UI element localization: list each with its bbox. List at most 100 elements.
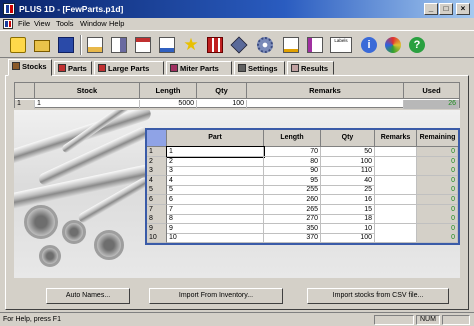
menu-view[interactable]: View [34,19,50,28]
part-length-cell[interactable]: 350 [264,223,321,234]
stock-name-cell[interactable]: 1 [35,100,140,109]
palette-button[interactable] [382,34,404,56]
part-qty-cell[interactable]: 25 [321,185,375,196]
part-length-cell[interactable]: 370 [264,233,321,244]
minimize-button[interactable]: _ [424,3,438,15]
part-row-number[interactable]: 4 [147,175,167,186]
part-row-number[interactable]: 5 [147,185,167,196]
part-row-number[interactable]: 1 [147,147,167,157]
part-remarks-cell[interactable] [375,166,417,177]
import-from-inventory-button[interactable]: Import From Inventory... [149,288,283,304]
part-length-cell[interactable]: 80 [264,156,321,167]
part-length-cell[interactable]: 90 [264,166,321,177]
col-remaining[interactable]: Remaining [417,130,458,147]
col-stock[interactable]: Stock [35,83,140,99]
part-remarks-cell[interactable] [375,156,417,167]
part-row-number[interactable]: 2 [147,156,167,167]
part-remarks-cell[interactable] [375,195,417,205]
part-qty-cell[interactable]: 10 [321,223,375,234]
save-button[interactable] [55,34,77,56]
part-qty-cell[interactable]: 110 [321,166,375,177]
part-length-cell[interactable]: 70 [264,147,321,157]
part-length-cell[interactable]: 95 [264,175,321,186]
part-name-cell[interactable]: 4 [167,175,264,186]
part-remarks-cell[interactable] [375,175,417,186]
part-name-cell[interactable]: 8 [167,214,264,225]
tab-large-parts[interactable]: Large Parts [94,61,164,75]
part-row-number[interactable]: 10 [147,233,167,244]
part-name-cell[interactable]: 7 [167,204,264,215]
settings-wrench-button[interactable] [108,34,130,56]
stocks-corner-header[interactable] [15,83,35,99]
checklist-button[interactable] [132,34,154,56]
menu-help[interactable]: Help [109,19,124,28]
part-remarks-cell[interactable] [375,204,417,215]
labels-button[interactable]: Labels [328,34,354,56]
parts-grid-button[interactable] [204,34,226,56]
edit-button[interactable] [156,34,178,56]
part-length-cell[interactable]: 260 [264,195,321,205]
info-button[interactable]: i [358,34,380,56]
part-name-cell[interactable]: 10 [167,233,264,244]
maximize-button[interactable]: □ [439,3,453,15]
document-button[interactable] [280,34,302,56]
open-button[interactable] [31,34,53,56]
col-qty[interactable]: Qty [197,83,247,99]
tab-results[interactable]: Results [287,61,334,75]
col-part[interactable]: Part [167,130,264,147]
part-row-number[interactable]: 8 [147,214,167,225]
tab-parts[interactable]: Parts [54,61,92,75]
gear-button[interactable] [254,34,276,56]
tab-stocks[interactable]: Stocks [8,59,52,76]
auto-names-button[interactable]: Auto Names... [46,288,130,304]
help-button[interactable]: ? [406,34,428,56]
col-length[interactable]: Length [140,83,197,99]
stock-length-cell[interactable]: 5000 [140,100,197,109]
part-name-cell[interactable]: 2 [167,156,264,167]
new-file-button[interactable] [7,34,29,56]
star-button[interactable]: ★ [180,34,202,56]
col-part-qty[interactable]: Qty [321,130,375,147]
part-remarks-cell[interactable] [375,185,417,196]
part-remarks-cell[interactable] [375,147,417,157]
tab-settings[interactable]: Settings [234,61,285,75]
app-icon[interactable] [3,3,15,15]
part-name-cell[interactable]: 6 [167,195,264,205]
part-remarks-cell[interactable] [375,214,417,225]
col-remarks[interactable]: Remarks [247,83,404,99]
menu-file[interactable]: File [18,19,30,28]
report-button[interactable] [304,34,326,56]
part-name-cell[interactable]: 9 [167,223,264,234]
part-remarks-cell[interactable] [375,233,417,244]
part-length-cell[interactable]: 270 [264,214,321,225]
part-length-cell[interactable]: 255 [264,185,321,196]
stock-remarks-cell[interactable] [247,100,404,109]
part-row-number[interactable]: 3 [147,166,167,177]
parts-corner-header[interactable] [147,130,167,147]
part-remarks-cell[interactable] [375,223,417,234]
part-qty-cell[interactable]: 50 [321,147,375,157]
row-number[interactable]: 1 [15,100,35,109]
import-csv-button[interactable]: Import stocks from CSV file... [307,288,449,304]
part-qty-cell[interactable]: 100 [321,156,375,167]
part-name-cell[interactable]: 5 [167,185,264,196]
part-name-cell[interactable]: 1 [166,146,265,158]
document-menu-icon[interactable] [3,19,13,29]
part-qty-cell[interactable]: 100 [321,233,375,244]
close-button[interactable]: × [456,3,470,15]
part-length-cell[interactable]: 265 [264,204,321,215]
part-qty-cell[interactable]: 40 [321,175,375,186]
col-part-remarks[interactable]: Remarks [375,130,417,147]
print-preview-button[interactable] [84,34,106,56]
col-used[interactable]: Used [404,83,459,99]
part-row-number[interactable]: 6 [147,195,167,205]
menu-window[interactable]: Window [80,19,107,28]
tag-button[interactable] [228,34,250,56]
menu-tools[interactable]: Tools [56,19,74,28]
part-qty-cell[interactable]: 15 [321,204,375,215]
stock-qty-cell[interactable]: 100 [197,100,247,109]
part-row-number[interactable]: 9 [147,223,167,234]
col-part-length[interactable]: Length [264,130,321,147]
part-qty-cell[interactable]: 18 [321,214,375,225]
part-name-cell[interactable]: 3 [167,166,264,177]
